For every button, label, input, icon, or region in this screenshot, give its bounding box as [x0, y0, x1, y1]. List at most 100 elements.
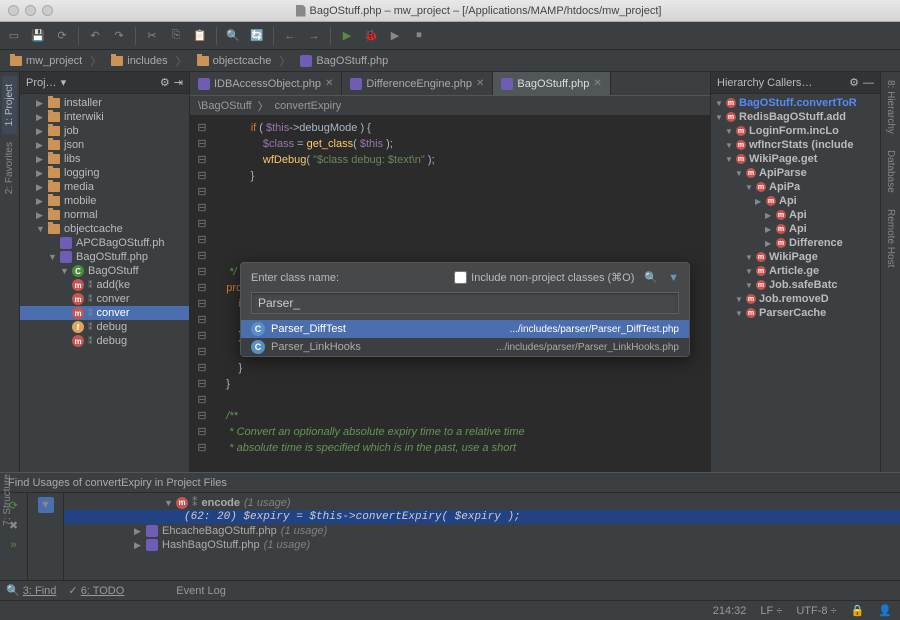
paste-icon[interactable]: 📋: [192, 28, 208, 44]
hierarchy-item[interactable]: ▼mParserCache: [711, 306, 880, 320]
crumb-includes[interactable]: includes: [107, 53, 190, 69]
popup-result-item[interactable]: CParser_DiffTest.../includes/parser/Pars…: [241, 320, 689, 338]
collapse-icon[interactable]: ⇥: [174, 76, 183, 89]
editor-tab[interactable]: DifferenceEngine.php✕: [342, 72, 493, 95]
copy-icon[interactable]: ⎘: [168, 28, 184, 44]
usage-occurrence[interactable]: (62: 20) $expiry = $this->convertExpiry(…: [64, 510, 900, 524]
tree-member[interactable]: m⁑add(ke: [20, 278, 189, 292]
usages-list[interactable]: ▼m⁑ encode (1 usage)(62: 20) $expiry = $…: [64, 493, 900, 580]
toolwindow-project-tab[interactable]: 1: Project: [2, 76, 17, 134]
back-icon[interactable]: ←: [282, 28, 298, 44]
tree-folder[interactable]: ▶mobile: [20, 194, 189, 208]
tree-file[interactable]: APCBagOStuff.ph: [20, 236, 189, 250]
include-nonproject-checkbox[interactable]: Include non-project classes (⌘O): [454, 271, 634, 284]
line-ending[interactable]: LF ÷: [760, 605, 782, 617]
editor-tab[interactable]: BagOStuff.php✕: [493, 72, 610, 95]
crumb-objectcache[interactable]: objectcache: [193, 53, 295, 69]
hierarchy-item[interactable]: ▼mwfIncrStats (include: [711, 138, 880, 152]
gear-icon[interactable]: ⚙: [849, 76, 859, 89]
hierarchy-item[interactable]: ▶mApi: [711, 222, 880, 236]
close-icon[interactable]: ✕: [593, 78, 601, 89]
cut-icon[interactable]: ✂: [144, 28, 160, 44]
tree-member[interactable]: m⁑debug: [20, 334, 189, 348]
hierarchy-item[interactable]: ▶mApi: [711, 208, 880, 222]
breadcrumb-class[interactable]: \BagOStuff: [198, 100, 252, 112]
tree-member[interactable]: m⁑conver: [20, 292, 189, 306]
popup-result-item[interactable]: CParser_LinkHooks.../includes/parser/Par…: [241, 338, 689, 356]
toolwindow-remotehost-tab[interactable]: Remote Host: [883, 201, 898, 275]
filter-icon[interactable]: ▼: [668, 272, 679, 284]
zoom-window-icon[interactable]: [42, 5, 53, 16]
tree-member[interactable]: m⁑conver: [20, 306, 189, 320]
popup-results[interactable]: CParser_DiffTest.../includes/parser/Pars…: [241, 320, 689, 356]
dropdown-icon[interactable]: ▾: [61, 76, 67, 89]
hierarchy-item[interactable]: ▼mRedisBagOStuff.add: [711, 110, 880, 124]
debug-icon[interactable]: 🐞: [363, 28, 379, 44]
save-icon[interactable]: 💾: [30, 28, 46, 44]
close-window-icon[interactable]: [8, 5, 19, 16]
crumb-file[interactable]: BagOStuff.php: [296, 55, 400, 67]
hierarchy-item[interactable]: ▼mWikiPage: [711, 250, 880, 264]
breadcrumb-method[interactable]: convertExpiry: [275, 100, 342, 112]
tree-folder[interactable]: ▶normal: [20, 208, 189, 222]
readonly-lock-icon[interactable]: 🔒: [851, 604, 865, 617]
tree-class[interactable]: ▼CBagOStuff: [20, 264, 189, 278]
hierarchy-tree[interactable]: ▼mBagOStuff.convertToR▼mRedisBagOStuff.a…: [711, 94, 880, 322]
toolwindow-find-tab[interactable]: 🔍 3: Find: [6, 584, 56, 597]
hierarchy-item[interactable]: ▼mBagOStuff.convertToR: [711, 96, 880, 110]
search-icon[interactable]: 🔍: [644, 271, 658, 284]
usage-file[interactable]: ▶ EhcacheBagOStuff.php (1 usage): [64, 524, 900, 538]
tree-file[interactable]: ▼BagOStuff.php: [20, 250, 189, 264]
hierarchy-item[interactable]: ▼mLoginForm.incLo: [711, 124, 880, 138]
hierarchy-item[interactable]: ▶mDifference: [711, 236, 880, 250]
toolwindow-eventlog-tab[interactable]: Event Log: [176, 585, 226, 597]
gear-icon[interactable]: ⚙: [160, 76, 170, 89]
close-icon[interactable]: ✕: [476, 78, 484, 89]
hierarchy-item[interactable]: ▼mApiParse: [711, 166, 880, 180]
toolwindow-favorites-tab[interactable]: 2: Favorites: [2, 134, 17, 202]
pin-icon[interactable]: »: [6, 537, 22, 553]
toolwindow-structure-tab[interactable]: 7: Structure: [0, 470, 15, 530]
find-icon[interactable]: 🔍: [225, 28, 241, 44]
tree-folder[interactable]: ▶json: [20, 138, 189, 152]
hierarchy-item[interactable]: ▼mWikiPage.get: [711, 152, 880, 166]
tree-folder[interactable]: ▶job: [20, 124, 189, 138]
class-name-input[interactable]: [251, 292, 679, 314]
tree-folder[interactable]: ▶media: [20, 180, 189, 194]
tree-folder[interactable]: ▶logging: [20, 166, 189, 180]
status-icon[interactable]: 👤: [878, 604, 892, 617]
filter-icon[interactable]: ▼: [38, 497, 54, 513]
tree-folder[interactable]: ▶installer: [20, 96, 189, 110]
undo-icon[interactable]: ↶: [87, 28, 103, 44]
hierarchy-item[interactable]: ▶mApi: [711, 194, 880, 208]
tree-folder[interactable]: ▶interwiki: [20, 110, 189, 124]
tree-member[interactable]: f⁑debug: [20, 320, 189, 334]
redo-icon[interactable]: ↷: [111, 28, 127, 44]
toolwindow-hierarchy-tab[interactable]: 8: Hierarchy: [883, 72, 898, 142]
hide-icon[interactable]: —: [863, 77, 874, 89]
replace-icon[interactable]: 🔄: [249, 28, 265, 44]
encoding[interactable]: UTF-8 ÷: [796, 605, 836, 617]
hierarchy-item[interactable]: ▼mApiPa: [711, 180, 880, 194]
hierarchy-item[interactable]: ▼mJob.safeBatc: [711, 278, 880, 292]
coverage-icon[interactable]: ▶: [387, 28, 403, 44]
toolwindow-database-tab[interactable]: Database: [883, 142, 898, 201]
stop-icon[interactable]: ⏹: [411, 28, 427, 44]
forward-icon[interactable]: →: [306, 28, 322, 44]
hierarchy-item[interactable]: ▼mJob.removeD: [711, 292, 880, 306]
minimize-window-icon[interactable]: [25, 5, 36, 16]
project-tree[interactable]: ▶installer▶interwiki▶job▶json▶libs▶loggi…: [20, 94, 189, 350]
refresh-icon[interactable]: ⟳: [54, 28, 70, 44]
toolwindow-todo-tab[interactable]: ✓ 6: TODO: [68, 584, 124, 597]
tree-folder[interactable]: ▶libs: [20, 152, 189, 166]
open-icon[interactable]: ▭: [6, 28, 22, 44]
window-controls[interactable]: [8, 5, 53, 16]
usage-file[interactable]: ▶ HashBagOStuff.php (1 usage): [64, 538, 900, 552]
close-icon[interactable]: ✕: [325, 78, 333, 89]
editor-tab[interactable]: IDBAccessObject.php✕: [190, 72, 342, 95]
hierarchy-item[interactable]: ▼mArticle.ge: [711, 264, 880, 278]
run-icon[interactable]: ▶: [339, 28, 355, 44]
crumb-project[interactable]: mw_project: [6, 53, 105, 69]
usage-node[interactable]: ▼m⁑ encode (1 usage): [64, 495, 900, 510]
tree-folder[interactable]: ▼objectcache: [20, 222, 189, 236]
